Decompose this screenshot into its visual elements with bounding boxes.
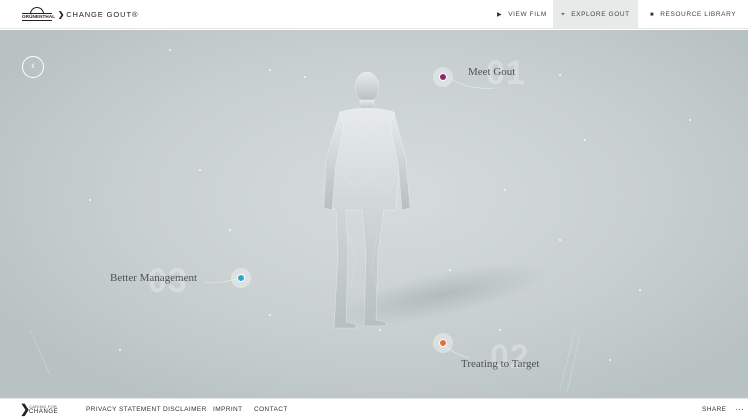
nav-explore-gout-label: EXPLORE GOUT [571, 11, 630, 18]
grunenthal-logo-text: GRÜNENTHAL [22, 13, 56, 21]
nav-resource-library-label: RESOURCE LIBRARY [660, 11, 737, 18]
footer-link-disclaimer[interactable]: DISCLAIMER [163, 399, 207, 419]
explore-icon: ⌖ [561, 12, 566, 18]
explore-scene: ‹ 01 Meet Gout 03 Better Management 02 T… [0, 30, 748, 398]
nav-view-film[interactable]: ▶ VIEW FILM [497, 0, 547, 29]
nav-explore-gout[interactable]: ⌖ EXPLORE GOUT [553, 0, 638, 29]
hotspot-label-treating-to-target[interactable]: Treating to Target [461, 358, 539, 370]
footer-link-privacy[interactable]: PRIVACY STATEMENT [86, 399, 161, 419]
chevron-left-icon: ‹ [31, 60, 35, 72]
hotspot-better-management[interactable] [231, 268, 251, 288]
top-header: GRÜNENTHAL ❯CHANGE GOUT® ▶ VIEW FILM ⌖ EXP… [0, 0, 748, 29]
hotspot-label-better-management[interactable]: Better Management [110, 272, 197, 284]
hotspot-dot-icon [439, 339, 447, 347]
hotspot-dot-icon [237, 274, 245, 282]
hotspot-meet-gout[interactable] [433, 67, 453, 87]
footer-link-contact[interactable]: CONTACT [254, 399, 288, 419]
grunenthal-logo[interactable]: GRÜNENTHAL [22, 7, 56, 22]
hotspot-label-meet-gout[interactable]: Meet Gout [468, 66, 515, 78]
change-gout-logo-text: CHANGE GOUT [66, 10, 132, 19]
footer-link-imprint[interactable]: IMPRINT [213, 399, 243, 419]
folder-icon: ■ [650, 12, 655, 18]
chevron-logo-icon: ❯ [58, 10, 66, 19]
hotspot-treating-to-target[interactable] [433, 333, 453, 353]
play-icon: ▶ [497, 12, 503, 18]
nav-resource-library[interactable]: ■ RESOURCE LIBRARY [650, 0, 736, 29]
share-button[interactable]: SHARE [702, 399, 726, 419]
back-button[interactable]: ‹ [22, 56, 44, 78]
hotspot-dot-icon [439, 73, 447, 81]
more-icon[interactable]: ··· [735, 399, 744, 419]
footer-logo-line2: CHANGE [29, 409, 59, 415]
footer: ❯ CARING FOR CHANGE PRIVACY STATEMENT DI… [0, 398, 748, 419]
change-gout-logo[interactable]: ❯CHANGE GOUT® [58, 10, 138, 20]
scene-artwork [29, 49, 691, 393]
nav-view-film-label: VIEW FILM [508, 11, 547, 18]
